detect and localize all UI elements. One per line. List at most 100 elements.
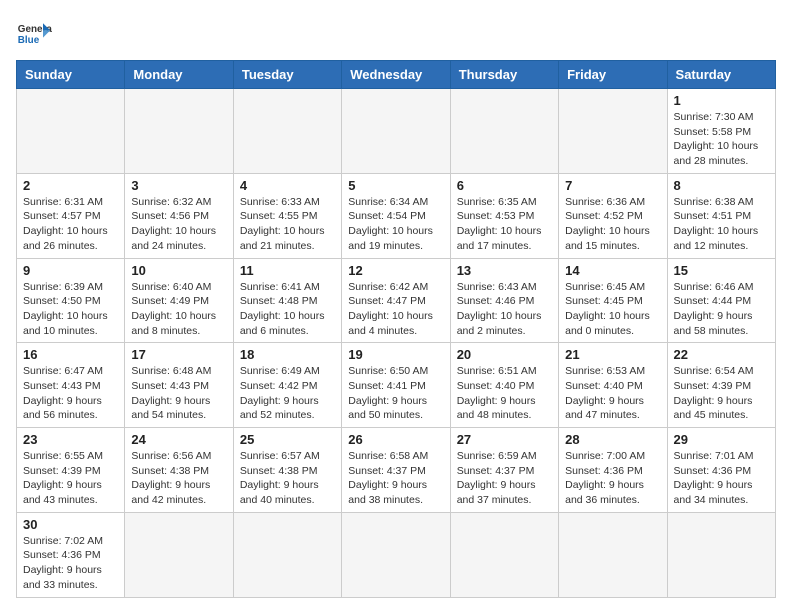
calendar-cell: 20 Sunrise: 6:51 AM Sunset: 4:40 PM Dayli… [450,343,558,428]
day-number: 18 [240,347,335,362]
day-info: Sunrise: 6:39 AM Sunset: 4:50 PM Dayligh… [23,280,118,339]
day-info: Sunrise: 6:56 AM Sunset: 4:38 PM Dayligh… [131,449,226,508]
calendar-cell: 10Sunrise: 6:40 AM Sunset: 4:49 PM Dayli… [125,258,233,343]
day-info: Sunrise: 6:59 AM Sunset: 4:37 PM Dayligh… [457,449,552,508]
calendar-cell: 24Sunrise: 6:56 AM Sunset: 4:38 PM Dayli… [125,428,233,513]
calendar-cell [559,89,667,174]
day-number: 8 [674,178,769,193]
calendar-cell: 26 Sunrise: 6:58 AM Sunset: 4:37 PM Dayli… [342,428,450,513]
calendar-cell: 1 Sunrise: 7:30 AM Sunset: 5:58 PM Daylig… [667,89,775,174]
day-info: Sunrise: 6:53 AM Sunset: 4:40 PM Dayligh… [565,364,660,423]
day-header-friday: Friday [559,61,667,89]
calendar-cell: 19 Sunrise: 6:50 AM Sunset: 4:41 PM Dayli… [342,343,450,428]
day-info: Sunrise: 6:46 AM Sunset: 4:44 PM Dayligh… [674,280,769,339]
day-info: Sunrise: 6:35 AM Sunset: 4:53 PM Dayligh… [457,195,552,254]
calendar-cell: 16 Sunrise: 6:47 AM Sunset: 4:43 PM Dayli… [17,343,125,428]
calendar-cell [342,89,450,174]
day-number: 2 [23,178,118,193]
calendar-table: SundayMondayTuesdayWednesdayThursdayFrid… [16,60,776,598]
day-number: 7 [565,178,660,193]
day-header-thursday: Thursday [450,61,558,89]
day-info: Sunrise: 6:31 AM Sunset: 4:57 PM Dayligh… [23,195,118,254]
svg-text:Blue: Blue [18,35,40,46]
day-number: 25 [240,432,335,447]
calendar-week-row: 16 Sunrise: 6:47 AM Sunset: 4:43 PM Dayli… [17,343,776,428]
day-number: 9 [23,263,118,278]
day-number: 14 [565,263,660,278]
calendar-cell: 17 Sunrise: 6:48 AM Sunset: 4:43 PM Dayli… [125,343,233,428]
calendar-cell: 29Sunrise: 7:01 AM Sunset: 4:36 PM Dayli… [667,428,775,513]
calendar-cell: 14 Sunrise: 6:45 AM Sunset: 4:45 PM Dayli… [559,258,667,343]
day-info: Sunrise: 6:48 AM Sunset: 4:43 PM Dayligh… [131,364,226,423]
day-info: Sunrise: 6:58 AM Sunset: 4:37 PM Dayligh… [348,449,443,508]
logo-icon: General Blue [16,16,52,52]
calendar-cell: 18 Sunrise: 6:49 AM Sunset: 4:42 PM Dayli… [233,343,341,428]
calendar-cell: 3 Sunrise: 6:32 AM Sunset: 4:56 PM Daylig… [125,173,233,258]
calendar-cell [450,89,558,174]
calendar-week-row: 9 Sunrise: 6:39 AM Sunset: 4:50 PM Daylig… [17,258,776,343]
calendar-cell: 5Sunrise: 6:34 AM Sunset: 4:54 PM Daylig… [342,173,450,258]
calendar-cell: 21 Sunrise: 6:53 AM Sunset: 4:40 PM Dayli… [559,343,667,428]
calendar-cell [233,512,341,597]
calendar-cell: 15 Sunrise: 6:46 AM Sunset: 4:44 PM Dayli… [667,258,775,343]
day-header-wednesday: Wednesday [342,61,450,89]
day-info: Sunrise: 6:36 AM Sunset: 4:52 PM Dayligh… [565,195,660,254]
logo: General Blue [16,16,52,52]
day-number: 15 [674,263,769,278]
day-info: Sunrise: 6:32 AM Sunset: 4:56 PM Dayligh… [131,195,226,254]
day-number: 21 [565,347,660,362]
day-number: 26 [348,432,443,447]
day-number: 17 [131,347,226,362]
day-number: 23 [23,432,118,447]
calendar-cell: 4 Sunrise: 6:33 AM Sunset: 4:55 PM Daylig… [233,173,341,258]
calendar-cell: 22 Sunrise: 6:54 AM Sunset: 4:39 PM Dayli… [667,343,775,428]
day-number: 11 [240,263,335,278]
calendar-cell: 12Sunrise: 6:42 AM Sunset: 4:47 PM Dayli… [342,258,450,343]
day-info: Sunrise: 7:01 AM Sunset: 4:36 PM Dayligh… [674,449,769,508]
calendar-cell: 7 Sunrise: 6:36 AM Sunset: 4:52 PM Daylig… [559,173,667,258]
day-number: 6 [457,178,552,193]
day-number: 16 [23,347,118,362]
day-info: Sunrise: 6:43 AM Sunset: 4:46 PM Dayligh… [457,280,552,339]
day-number: 27 [457,432,552,447]
day-info: Sunrise: 6:45 AM Sunset: 4:45 PM Dayligh… [565,280,660,339]
day-info: Sunrise: 6:33 AM Sunset: 4:55 PM Dayligh… [240,195,335,254]
day-number: 4 [240,178,335,193]
calendar-cell [342,512,450,597]
calendar-cell: 27 Sunrise: 6:59 AM Sunset: 4:37 PM Dayli… [450,428,558,513]
calendar-cell: 25 Sunrise: 6:57 AM Sunset: 4:38 PM Dayli… [233,428,341,513]
calendar-week-row: 1 Sunrise: 7:30 AM Sunset: 5:58 PM Daylig… [17,89,776,174]
day-info: Sunrise: 6:50 AM Sunset: 4:41 PM Dayligh… [348,364,443,423]
day-info: Sunrise: 6:54 AM Sunset: 4:39 PM Dayligh… [674,364,769,423]
day-info: Sunrise: 6:49 AM Sunset: 4:42 PM Dayligh… [240,364,335,423]
day-number: 1 [674,93,769,108]
calendar-week-row: 23 Sunrise: 6:55 AM Sunset: 4:39 PM Dayli… [17,428,776,513]
day-number: 3 [131,178,226,193]
day-info: Sunrise: 7:02 AM Sunset: 4:36 PM Dayligh… [23,534,118,593]
day-number: 13 [457,263,552,278]
calendar-cell: 6 Sunrise: 6:35 AM Sunset: 4:53 PM Daylig… [450,173,558,258]
day-info: Sunrise: 6:51 AM Sunset: 4:40 PM Dayligh… [457,364,552,423]
calendar-cell [233,89,341,174]
calendar-week-row: 2 Sunrise: 6:31 AM Sunset: 4:57 PM Daylig… [17,173,776,258]
day-number: 22 [674,347,769,362]
page-header: General Blue [16,16,776,52]
day-header-monday: Monday [125,61,233,89]
calendar-cell: 11Sunrise: 6:41 AM Sunset: 4:48 PM Dayli… [233,258,341,343]
day-number: 20 [457,347,552,362]
day-number: 19 [348,347,443,362]
day-info: Sunrise: 6:57 AM Sunset: 4:38 PM Dayligh… [240,449,335,508]
calendar-cell [125,512,233,597]
day-number: 28 [565,432,660,447]
day-info: Sunrise: 6:55 AM Sunset: 4:39 PM Dayligh… [23,449,118,508]
day-info: Sunrise: 7:00 AM Sunset: 4:36 PM Dayligh… [565,449,660,508]
day-header-saturday: Saturday [667,61,775,89]
calendar-cell: 8Sunrise: 6:38 AM Sunset: 4:51 PM Daylig… [667,173,775,258]
calendar-cell [667,512,775,597]
calendar-cell: 2 Sunrise: 6:31 AM Sunset: 4:57 PM Daylig… [17,173,125,258]
day-info: Sunrise: 6:47 AM Sunset: 4:43 PM Dayligh… [23,364,118,423]
calendar-cell: 13 Sunrise: 6:43 AM Sunset: 4:46 PM Dayli… [450,258,558,343]
day-number: 5 [348,178,443,193]
day-info: Sunrise: 7:30 AM Sunset: 5:58 PM Dayligh… [674,110,769,169]
day-info: Sunrise: 6:40 AM Sunset: 4:49 PM Dayligh… [131,280,226,339]
